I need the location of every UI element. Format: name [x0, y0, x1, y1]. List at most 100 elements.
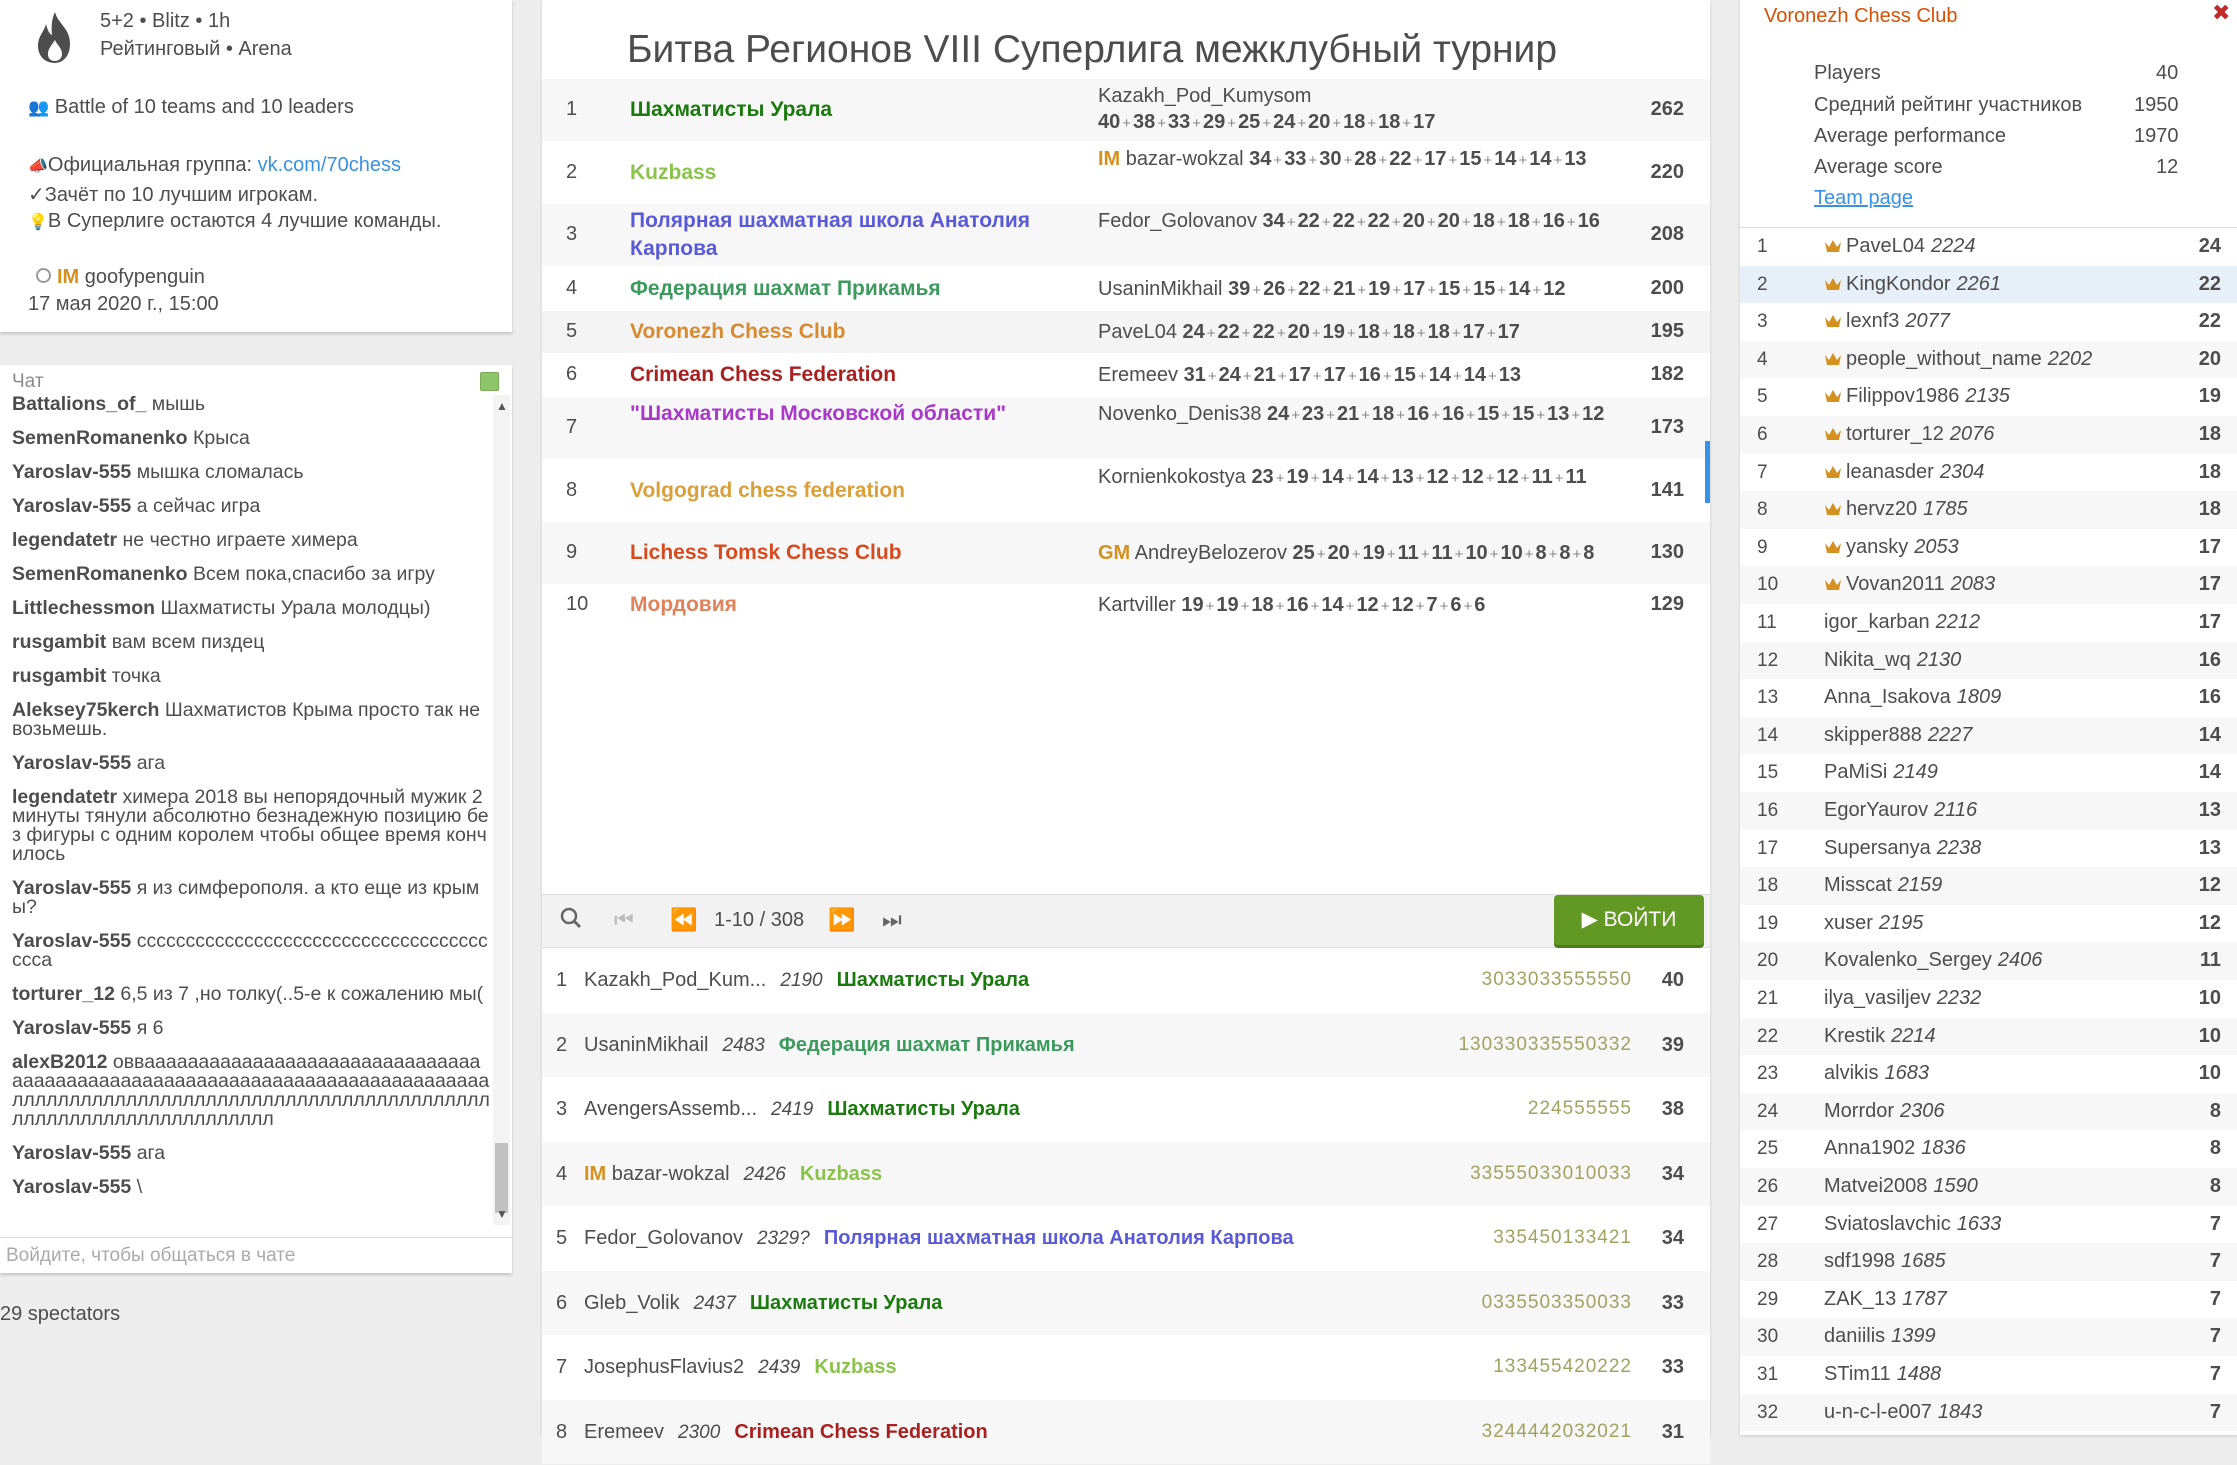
leader-name[interactable]: UsaninMikhail: [1098, 278, 1223, 300]
team-page-link[interactable]: Team page: [1814, 187, 1913, 210]
team-player-row[interactable]: 11 igor_karban 2212 17: [1740, 604, 2237, 642]
chat-username[interactable]: Yaroslav-555: [12, 1017, 131, 1039]
team-player-row[interactable]: 32 u-n-c-l-e007 1843 7: [1740, 1393, 2237, 1432]
team-player-name[interactable]: lexnf3: [1846, 310, 1899, 332]
player-row[interactable]: 7 JosephusFlavius2 2439 Kuzbass 133455420222…: [542, 1335, 1710, 1399]
team-player-row[interactable]: 29 ZAK_13 1787 7: [1740, 1281, 2237, 1319]
chat-username[interactable]: torturer_12: [12, 983, 115, 1005]
team-player-row[interactable]: 22 Krestik 2214 10: [1740, 1017, 2237, 1056]
team-row[interactable]: 3 Полярная шахматная школа Анатолия Карпо…: [542, 204, 1710, 266]
close-icon[interactable]: ✖: [2212, 0, 2230, 26]
player-row[interactable]: 6 Gleb_Volik 2437 Шахматисты Урала 033550335…: [542, 1270, 1710, 1335]
team-player-row[interactable]: 9 yansky 2053 17: [1740, 529, 2237, 567]
team-player-name[interactable]: PaveL04: [1846, 235, 1925, 257]
join-button[interactable]: ▶ ВОЙТИ: [1554, 895, 1704, 945]
team-player-row[interactable]: 23 alvikis 1683 10: [1740, 1055, 2237, 1093]
player-team[interactable]: Crimean Chess Federation: [734, 1421, 987, 1443]
team-name[interactable]: Lichess Tomsk Chess Club: [630, 539, 1050, 567]
team-player-name[interactable]: hervz20: [1846, 498, 1917, 520]
group-link[interactable]: vk.com/70chess: [258, 154, 401, 176]
player-row[interactable]: 8 Eremeev 2300 Crimean Chess Federation 3244…: [542, 1399, 1710, 1464]
chat-scroll-thumb[interactable]: [495, 1143, 508, 1213]
team-player-name[interactable]: Misscat: [1824, 874, 1892, 896]
team-player-row[interactable]: 30 daniilis 1399 7: [1740, 1318, 2237, 1356]
chat-toggle-checkbox[interactable]: [480, 372, 499, 391]
team-row[interactable]: 4 Федерация шахмат Прикамья UsaninMikhail …: [542, 266, 1710, 311]
chat-username[interactable]: legendatetr: [12, 529, 117, 551]
next-page-icon[interactable]: ⏩: [828, 907, 855, 933]
chat-username[interactable]: rusgambit: [12, 631, 106, 653]
team-player-name[interactable]: igor_karban: [1824, 611, 1930, 633]
team-name[interactable]: Федерация шахмат Прикамья: [630, 275, 1050, 303]
team-player-row[interactable]: 4 people_without_name 2202 20: [1740, 340, 2237, 379]
leader-name[interactable]: Novenko_Denis38: [1098, 403, 1261, 425]
player-row[interactable]: 1 Kazakh_Pod_Kum... 2190 Шахматисты Урала 30…: [542, 948, 1710, 1012]
team-player-row[interactable]: 20 Kovalenko_Sergey 2406 11: [1740, 942, 2237, 980]
leader-name[interactable]: bazar-wokzal: [1126, 148, 1244, 170]
team-player-name[interactable]: u-n-c-l-e007: [1824, 1401, 1932, 1423]
player-row[interactable]: 4 IM bazar-wokzal 2426 Kuzbass 3355503301003…: [542, 1141, 1710, 1206]
player-name[interactable]: AvengersAssemb...: [584, 1098, 757, 1120]
team-player-name[interactable]: EgorYaurov: [1824, 799, 1928, 821]
player-name[interactable]: bazar-wokzal: [612, 1163, 730, 1185]
team-player-name[interactable]: Kovalenko_Sergey: [1824, 949, 1992, 971]
player-team[interactable]: Kuzbass: [800, 1163, 882, 1185]
team-row[interactable]: 1 Шахматисты Урала Kazakh_Pod_Kumysom 40 +3…: [542, 79, 1710, 141]
team-player-name[interactable]: Nikita_wq: [1824, 649, 1911, 671]
team-player-row[interactable]: 19 xuser 2195 12: [1740, 905, 2237, 943]
creator-name[interactable]: goofypenguin: [85, 266, 205, 288]
player-row[interactable]: 3 AvengersAssemb... 2419 Шахматисты Урала 22…: [542, 1077, 1710, 1141]
team-name[interactable]: Kuzbass: [630, 159, 1050, 187]
player-team[interactable]: Шахматисты Урала: [827, 1098, 1020, 1120]
team-player-row[interactable]: 6 torturer_12 2076 18: [1740, 416, 2237, 454]
chat-username[interactable]: rusgambit: [12, 665, 106, 687]
team-player-row[interactable]: 21 ilya_vasiljev 2232 10: [1740, 980, 2237, 1018]
team-player-name[interactable]: Morrdor: [1824, 1100, 1894, 1122]
leader-name[interactable]: AndreyBelozerov: [1135, 542, 1287, 564]
team-player-row[interactable]: 24 Morrdor 2306 8: [1740, 1092, 2237, 1131]
search-icon[interactable]: [560, 907, 582, 935]
player-team[interactable]: Kuzbass: [814, 1356, 896, 1378]
team-name[interactable]: Voronezh Chess Club: [630, 318, 1050, 346]
team-player-row[interactable]: 17 Supersanya 2238 13: [1740, 830, 2237, 868]
team-name[interactable]: Мордовия: [630, 591, 1050, 619]
team-player-name[interactable]: STim11: [1824, 1363, 1891, 1385]
team-player-row[interactable]: 26 Matvei2008 1590 8: [1740, 1168, 2237, 1206]
team-player-row[interactable]: 14 skipper888 2227 14: [1740, 716, 2237, 755]
team-name[interactable]: Полярная шахматная школа Анатолия Карпов…: [630, 207, 1050, 263]
team-player-name[interactable]: sdf1998: [1824, 1250, 1895, 1272]
team-player-row[interactable]: 31 STim11 1488 7: [1740, 1356, 2237, 1394]
team-player-name[interactable]: Anna_Isakova: [1824, 686, 1951, 708]
team-player-name[interactable]: Krestik: [1824, 1025, 1885, 1047]
team-row[interactable]: 6 Crimean Chess Federation Eremeev 31 +24 +2…: [542, 353, 1710, 397]
chat-username[interactable]: SemenRomanenko: [12, 563, 188, 585]
team-name[interactable]: Шахматисты Урала: [630, 96, 1050, 124]
player-team[interactable]: Федерация шахмат Прикамья: [779, 1034, 1075, 1056]
first-page-icon[interactable]: ⏮: [614, 907, 634, 933]
leader-name[interactable]: PaveL04: [1098, 321, 1177, 343]
player-name[interactable]: Eremeev: [584, 1421, 664, 1443]
team-player-name[interactable]: ZAK_13: [1824, 1288, 1896, 1310]
team-player-row[interactable]: 10 Vovan2011 2083 17: [1740, 566, 2237, 604]
team-player-name[interactable]: alvikis: [1824, 1062, 1878, 1084]
team-player-name[interactable]: Matvei2008: [1824, 1175, 1927, 1197]
player-name[interactable]: Gleb_Volik: [584, 1292, 680, 1314]
team-player-name[interactable]: Supersanya: [1824, 837, 1931, 859]
player-team[interactable]: Полярная шахматная школа Анатолия Карпов…: [824, 1227, 1294, 1249]
chat-username[interactable]: Yaroslav-555: [12, 495, 131, 517]
scroll-up-icon[interactable]: ▲: [496, 399, 508, 413]
team-row[interactable]: 5 Voronezh Chess Club PaveL04 24 +22 +22 +20 +…: [542, 311, 1710, 353]
team-row[interactable]: 10 Мордовия Kartviller 19 +19 +18 +16 +14 +12 +1…: [542, 584, 1710, 626]
team-name[interactable]: Crimean Chess Federation: [630, 361, 1050, 389]
team-player-row[interactable]: 12 Nikita_wq 2130 16: [1740, 641, 2237, 680]
leader-name[interactable]: Kazakh_Pod_Kumysom: [1098, 85, 1311, 107]
player-name[interactable]: Kazakh_Pod_Kum...: [584, 969, 766, 991]
chat-username[interactable]: Littlechessmon: [12, 597, 155, 619]
chat-username[interactable]: Battalions_of_: [12, 395, 146, 415]
chat-scrollbar[interactable]: ▲ ▼: [493, 395, 510, 1225]
team-name[interactable]: "Шахматисты Московской области": [630, 400, 1050, 428]
team-player-name[interactable]: Sviatoslavchic: [1824, 1213, 1951, 1235]
leader-name[interactable]: Eremeev: [1098, 364, 1178, 386]
team-player-name[interactable]: Filippov1986: [1846, 385, 1959, 407]
player-team[interactable]: Шахматисты Урала: [750, 1292, 943, 1314]
